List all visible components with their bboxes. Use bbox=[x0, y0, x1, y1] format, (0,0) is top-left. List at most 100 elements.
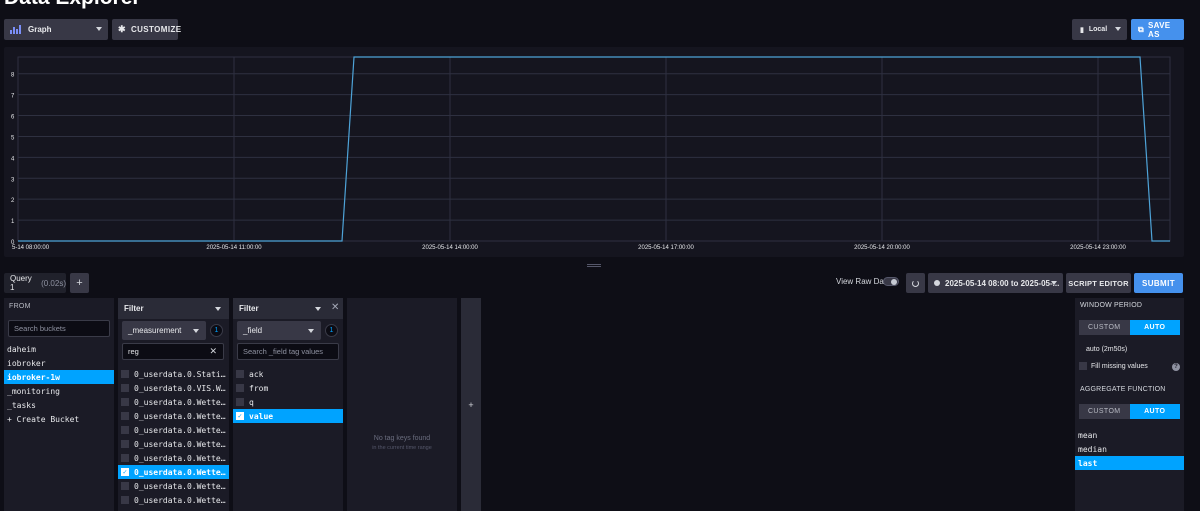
refresh-icon bbox=[912, 279, 919, 287]
measurement-search-value: reg bbox=[128, 347, 139, 356]
save-as-button[interactable]: ⧉ SAVE AS bbox=[1131, 19, 1184, 40]
add-query-button[interactable]: + bbox=[70, 273, 89, 293]
bucket-list: daheim iobroker iobroker-1w _monitoring _tas… bbox=[4, 342, 114, 426]
field-item[interactable]: from bbox=[233, 381, 343, 395]
field-item[interactable]: ack bbox=[233, 367, 343, 381]
window-auto-button[interactable]: AUTO bbox=[1129, 320, 1180, 335]
field-item-label: ack bbox=[249, 369, 264, 379]
checkbox-icon bbox=[121, 384, 129, 392]
view-raw-data-toggle[interactable] bbox=[883, 277, 899, 286]
field-item-label: value bbox=[249, 411, 274, 421]
auto-window-value: auto (2m50s) bbox=[1086, 346, 1128, 353]
field-filter-header[interactable]: Filter bbox=[233, 298, 343, 319]
field-filter-column: Filter _field 1 Search _field tag values… bbox=[233, 298, 343, 511]
bucket-item[interactable]: _monitoring bbox=[4, 384, 114, 398]
measurement-search-input[interactable]: reg ✕ bbox=[122, 343, 224, 360]
measurement-item[interactable]: 0_userdata.0.Wetterstation bbox=[118, 395, 229, 409]
measurement-filter-header[interactable]: Filter bbox=[118, 298, 229, 319]
visualization-type-select[interactable]: Graph bbox=[4, 19, 108, 40]
save-as-label: SAVE AS bbox=[1148, 20, 1171, 39]
field-key-label: _field bbox=[243, 326, 263, 335]
measurement-item-label: 0_userdata.0.Wetterstation bbox=[134, 495, 229, 505]
gear-icon: ✱ bbox=[118, 24, 126, 34]
checkbox-icon bbox=[236, 370, 244, 378]
field-item[interactable]: q bbox=[233, 395, 343, 409]
measurement-item-label: 0_userdata.0.Wetterstation bbox=[134, 397, 229, 407]
bucket-item[interactable]: iobroker-1w bbox=[4, 370, 114, 384]
aggregate-function-item[interactable]: median bbox=[1075, 442, 1184, 456]
field-item[interactable]: ✓ value bbox=[233, 409, 343, 423]
chevron-down-icon bbox=[215, 307, 221, 311]
field-item-label: from bbox=[249, 383, 269, 393]
checkbox-icon bbox=[236, 384, 244, 392]
y-tick-label: 3 bbox=[11, 177, 15, 183]
selected-count-badge: 1 bbox=[210, 324, 223, 337]
from-header: FROM bbox=[9, 302, 31, 310]
bucket-item[interactable]: _tasks bbox=[4, 398, 114, 412]
aggregate-function-header: AGGREGATE FUNCTION bbox=[1080, 386, 1166, 393]
window-period-toggle: CUSTOM AUTO bbox=[1079, 320, 1180, 335]
x-tick-label: 2025-05-14 17:00:00 bbox=[638, 245, 694, 251]
measurement-item[interactable]: 0_userdata.0.Wetterstation bbox=[118, 493, 229, 507]
measurement-item-label: 0_userdata.0.Wetterstation bbox=[134, 453, 229, 463]
chevron-down-icon bbox=[315, 307, 321, 311]
query-tab-label: Query 1 bbox=[10, 274, 32, 292]
clear-icon[interactable]: ✕ bbox=[209, 346, 217, 357]
aggregate-function-list: mean median last bbox=[1075, 428, 1184, 470]
resize-handle[interactable] bbox=[587, 264, 601, 267]
fill-missing-checkbox[interactable]: Fill missing values bbox=[1079, 362, 1180, 370]
y-tick-label: 6 bbox=[11, 115, 15, 121]
checkbox-icon: ✓ bbox=[236, 412, 244, 420]
close-icon[interactable]: ✕ bbox=[331, 302, 339, 313]
filter-label: Filter bbox=[124, 304, 144, 313]
measurement-item[interactable]: 0_userdata.0.Wetterstation bbox=[118, 479, 229, 493]
timezone-label: Local bbox=[1088, 26, 1108, 33]
checkbox-icon bbox=[121, 412, 129, 420]
aggregate-function-item[interactable]: last bbox=[1075, 456, 1184, 470]
bucket-search-input[interactable]: Search buckets bbox=[8, 320, 110, 337]
window-custom-button[interactable]: CUSTOM bbox=[1079, 320, 1130, 335]
field-search-input[interactable]: Search _field tag values bbox=[237, 343, 339, 360]
x-tick-label: 5-14 08:00:00 bbox=[12, 245, 50, 251]
bucket-item[interactable]: daheim bbox=[4, 342, 114, 356]
measurement-item[interactable]: 0_userdata.0.Wetterstation bbox=[118, 409, 229, 423]
empty-submessage: in the current time range bbox=[372, 445, 432, 451]
x-tick-label: 2025-05-14 11:00:00 bbox=[206, 245, 262, 251]
aggregate-function-item[interactable]: mean bbox=[1075, 428, 1184, 442]
refresh-button[interactable] bbox=[906, 273, 925, 293]
selected-count-badge: 1 bbox=[325, 324, 338, 337]
measurement-item[interactable]: 0_userdata.0.Statistik bbox=[118, 367, 229, 381]
add-filter-button[interactable]: + bbox=[461, 298, 481, 511]
function-auto-button[interactable]: AUTO bbox=[1129, 404, 1180, 419]
measurement-item[interactable]: 0_userdata.0.VIS.Wetter bbox=[118, 381, 229, 395]
field-key-select[interactable]: _field bbox=[237, 321, 321, 340]
tab-query-1[interactable]: Query 1 (0.02s) bbox=[4, 273, 66, 293]
script-editor-button[interactable]: SCRIPT EDITOR bbox=[1066, 273, 1131, 293]
bucket-item[interactable]: iobroker bbox=[4, 356, 114, 370]
time-range-select[interactable]: 2025-05-14 08:00 to 2025-05-... bbox=[928, 273, 1063, 293]
measurement-item-label: 0_userdata.0.Wetterstation bbox=[134, 425, 229, 435]
measurement-item[interactable]: ✓ 0_userdata.0.Wetterstation bbox=[118, 465, 229, 479]
function-custom-button[interactable]: CUSTOM bbox=[1079, 404, 1130, 419]
chevron-down-icon bbox=[193, 329, 199, 333]
measurement-item[interactable]: 0_userdata.0.Wetterstation bbox=[118, 437, 229, 451]
measurement-key-select[interactable]: _measurement bbox=[122, 321, 206, 340]
customize-button[interactable]: ✱ CUSTOMIZE bbox=[112, 19, 181, 40]
measurement-filter-column: Filter _measurement 1 reg ✕ 0_userdata.0… bbox=[118, 298, 229, 511]
measurement-item-label: 0_userdata.0.Wetterstation bbox=[134, 439, 229, 449]
timezone-select[interactable]: ▮ Local bbox=[1072, 19, 1127, 40]
toggle-knob bbox=[891, 279, 897, 285]
submit-button[interactable]: SUBMIT bbox=[1134, 273, 1183, 293]
measurement-item[interactable]: 0_userdata.0.Wetterstation bbox=[118, 423, 229, 437]
y-tick-label: 7 bbox=[11, 94, 15, 100]
measurement-key-label: _measurement bbox=[128, 326, 182, 335]
graph-icon bbox=[10, 25, 22, 34]
help-icon[interactable]: ? bbox=[1172, 363, 1180, 371]
checkbox-icon: ✓ bbox=[121, 468, 129, 476]
bucket-item[interactable]: + Create Bucket bbox=[4, 412, 114, 426]
measurement-item[interactable]: 0_userdata.0.Wetterstation bbox=[118, 451, 229, 465]
line-chart: 0123456785-14 08:00:00 2025-05-14 11:00:0… bbox=[11, 56, 1171, 251]
x-tick-label: 2025-05-14 23:00:00 bbox=[1070, 245, 1126, 251]
chevron-down-icon bbox=[1115, 27, 1121, 31]
measurement-item-label: 0_userdata.0.Statistik bbox=[134, 369, 229, 379]
